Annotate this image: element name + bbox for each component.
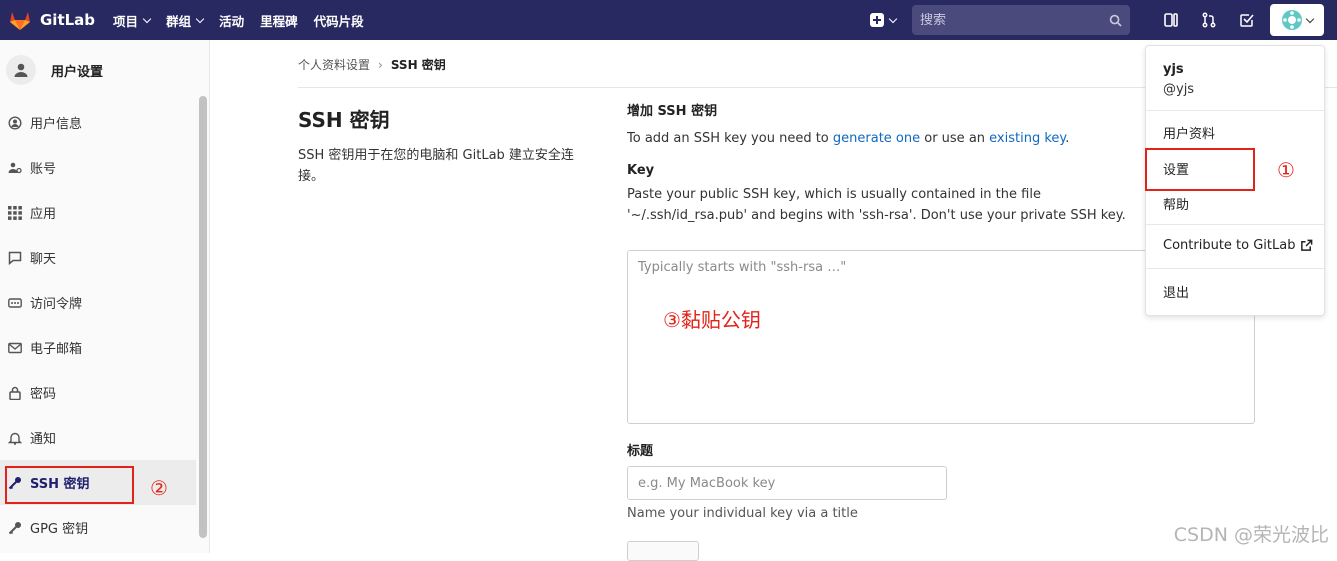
chevron-right-icon: ›: [378, 58, 383, 72]
sidebar-item-notifications[interactable]: 通知: [0, 415, 209, 460]
sidebar-item-applications[interactable]: 应用: [0, 190, 209, 235]
divider: [1146, 268, 1324, 269]
main-menu: 项目 群组 活动 里程碑 代码片段: [113, 0, 380, 40]
sidebar-item-account[interactable]: 账号: [0, 145, 209, 190]
dropdown-item-sign-out[interactable]: 退出: [1163, 282, 1189, 301]
watermark: CSDN @荣光波比: [1174, 520, 1329, 547]
search-input[interactable]: [920, 13, 1109, 28]
gitlab-logo[interactable]: GitLab: [8, 0, 95, 40]
divider: [1146, 224, 1324, 225]
chevron-down-icon: [1306, 14, 1314, 22]
sidebar-scrollbar[interactable]: [199, 96, 207, 538]
user-icon: [8, 116, 22, 130]
chevron-down-icon: [143, 14, 151, 22]
menu-milestones[interactable]: 里程碑: [260, 11, 298, 30]
app-name: GitLab: [40, 11, 95, 29]
chevron-down-icon: [196, 14, 204, 22]
annotation-step3: ③黏贴公钥: [663, 304, 761, 333]
navbar-right: [870, 0, 1337, 40]
todos-button[interactable]: [1228, 0, 1266, 40]
title-label: 标题: [627, 440, 653, 459]
annotation-box-settings: [1145, 148, 1255, 191]
sidebar-title: 用户设置: [51, 61, 103, 80]
sidebar-item-emails[interactable]: 电子邮箱: [0, 325, 209, 370]
new-item-button[interactable]: [870, 13, 896, 27]
applications-icon: [8, 206, 22, 220]
title-input[interactable]: [627, 466, 947, 500]
search-icon[interactable]: [1109, 14, 1122, 27]
dropdown-username[interactable]: yjs: [1163, 62, 1184, 77]
annotation-box-ssh-keys: [5, 466, 134, 504]
key-icon: [8, 521, 22, 535]
dropdown-handle[interactable]: @yjs: [1163, 82, 1194, 97]
chat-icon: [8, 251, 22, 265]
page-description: SSH 密钥用于在您的电脑和 GitLab 建立安全连接。: [298, 145, 590, 187]
sidebar-item-access-tokens[interactable]: 访问令牌: [0, 280, 209, 325]
todos-icon: [1239, 12, 1255, 28]
menu-snippets[interactable]: 代码片段: [314, 11, 364, 30]
breadcrumb-current: SSH 密钥: [391, 56, 446, 73]
plus-icon: [870, 13, 884, 27]
top-navbar: GitLab 项目 群组 活动 里程碑 代码片段: [0, 0, 1337, 40]
sidebar-item-chat[interactable]: 聊天: [0, 235, 209, 280]
add-key-button[interactable]: [627, 541, 699, 561]
sidebar-item-profile[interactable]: 用户信息: [0, 100, 209, 145]
dropdown-item-contribute[interactable]: Contribute to GitLab: [1163, 238, 1313, 253]
bell-icon: [8, 431, 22, 445]
account-icon: [8, 161, 22, 175]
dropdown-item-profile[interactable]: 用户资料: [1163, 123, 1215, 142]
lock-icon: [8, 386, 22, 400]
page-intro: SSH 密钥 SSH 密钥用于在您的电脑和 GitLab 建立安全连接。: [298, 104, 598, 187]
existing-key-link[interactable]: existing key: [989, 131, 1065, 146]
breadcrumb-parent[interactable]: 个人资料设置: [298, 56, 370, 73]
menu-groups[interactable]: 群组: [166, 11, 203, 30]
sidebar-item-password[interactable]: 密码: [0, 370, 209, 415]
menu-activity[interactable]: 活动: [219, 11, 244, 30]
generate-one-link[interactable]: generate one: [833, 131, 920, 146]
annotation-step2: ②: [150, 476, 168, 500]
divider: [1146, 110, 1324, 111]
title-help-text: Name your individual key via a title: [627, 506, 858, 521]
sidebar-item-gpg-keys[interactable]: GPG 密钥: [0, 505, 209, 550]
avatar-icon: [1281, 9, 1303, 31]
search-box: [912, 5, 1130, 35]
dropdown-item-help[interactable]: 帮助: [1163, 194, 1189, 213]
chevron-down-icon: [889, 14, 897, 22]
user-menu-button[interactable]: [1270, 4, 1324, 36]
merge-requests-button[interactable]: [1190, 0, 1228, 40]
sidebar-header[interactable]: 用户设置: [0, 40, 209, 100]
external-link-icon: [1300, 239, 1313, 252]
mail-icon: [8, 341, 22, 355]
breadcrumb: 个人资料设置 › SSH 密钥: [298, 56, 446, 73]
token-icon: [8, 296, 22, 310]
user-avatar-icon: [6, 55, 36, 85]
tanuki-icon: [8, 8, 32, 32]
annotation-step1: ①: [1277, 158, 1295, 182]
issues-icon: [1163, 12, 1179, 28]
merge-requests-icon: [1201, 12, 1217, 28]
issues-button[interactable]: [1152, 0, 1190, 40]
page-title: SSH 密钥: [298, 104, 598, 133]
key-help-text: Paste your public SSH key, which is usua…: [627, 184, 1155, 226]
menu-projects[interactable]: 项目: [113, 11, 150, 30]
